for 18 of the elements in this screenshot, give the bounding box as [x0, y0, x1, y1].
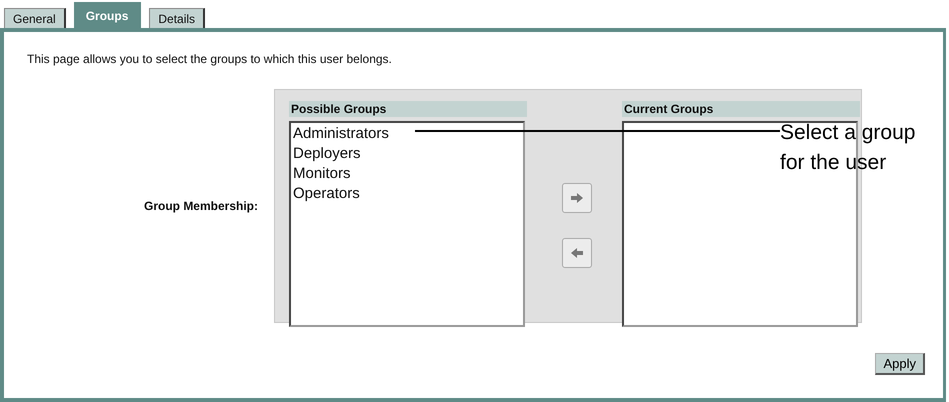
list-item[interactable]: Monitors: [293, 164, 521, 184]
arrow-left-icon: [570, 248, 582, 258]
tab[interactable]: Details: [149, 8, 206, 28]
list-item[interactable]: Deployers: [293, 144, 521, 164]
field-label: Group Membership:: [142, 199, 258, 213]
apply-button[interactable]: Apply: [875, 353, 925, 375]
arrow-right-icon: [570, 193, 582, 203]
list-item[interactable]: Administrators: [293, 124, 521, 144]
add-button[interactable]: [562, 183, 592, 213]
tab[interactable]: Groups: [74, 2, 142, 28]
list-item[interactable]: Operators: [293, 184, 521, 204]
intro-text: This page allows you to select the groups to which this user belongs.: [26, 51, 393, 68]
tab[interactable]: General: [4, 8, 66, 28]
callout-text: Select a group for the user: [780, 120, 916, 176]
list-header: Current Groups: [622, 101, 860, 117]
possible-groups-list[interactable]: Administrators Deployers Monitors Operators: [289, 121, 525, 327]
list-header: Possible Groups: [289, 101, 527, 117]
remove-button[interactable]: [562, 238, 592, 268]
